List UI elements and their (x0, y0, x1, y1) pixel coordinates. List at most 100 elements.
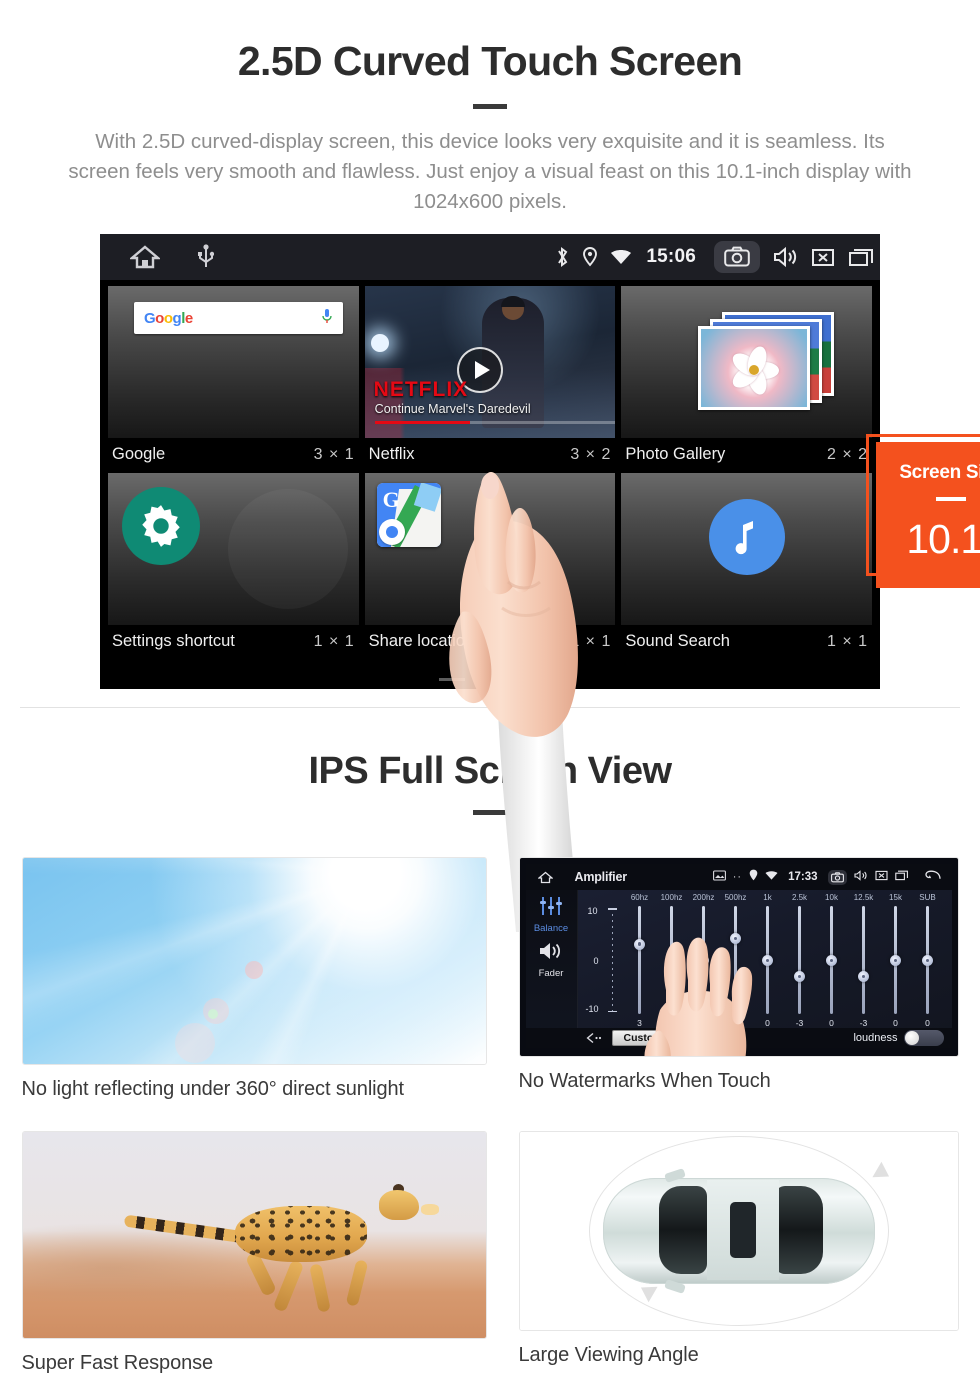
camera-icon[interactable] (714, 241, 760, 274)
eq-value-label: 0 (893, 1018, 898, 1029)
sound-search-widget[interactable] (621, 473, 873, 626)
loudness-toggle[interactable] (903, 1030, 944, 1047)
eq-slider[interactable] (848, 906, 880, 1015)
widget-label-row: Settings shortcut 1 × 1 (108, 625, 359, 660)
eq-slider[interactable] (880, 906, 912, 1015)
eq-slider-track[interactable] (638, 906, 641, 1015)
settings-shortcut-widget[interactable] (108, 473, 359, 626)
camera-icon[interactable] (827, 869, 847, 885)
amp-equalizer-panel: Balance Fader 60hz 100hz 200hz 500hz 1k 2.5k 1… (525, 890, 952, 1057)
amp-sidebar-item-fader[interactable]: Fader (539, 968, 564, 979)
widget-row-2: Settings shortcut 1 × 1 G Share location… (108, 473, 873, 660)
wifi-icon (765, 868, 778, 886)
page-dot[interactable] (439, 678, 465, 682)
usb-icon[interactable] (198, 244, 214, 270)
photo-gallery-widget[interactable] (621, 286, 873, 439)
rear-window (774, 1186, 823, 1275)
eq-slider-track[interactable] (862, 906, 865, 1015)
google-search-box[interactable]: Google (134, 302, 343, 335)
netflix-widget[interactable]: NETFLIX Continue Marvel's Daredevil (364, 286, 616, 439)
eq-tick-marks (607, 908, 617, 1013)
eq-slider-knob[interactable] (826, 954, 837, 966)
eq-value-label: 0 (829, 1018, 834, 1029)
widget-name: Settings shortcut (112, 632, 235, 651)
cheetah-snout (420, 1204, 439, 1216)
blossom-illustration (727, 343, 781, 397)
eq-slider-knob[interactable] (762, 954, 773, 966)
amp-sidebar-item-balance[interactable]: Balance (534, 923, 568, 934)
sliders-icon[interactable] (539, 896, 563, 921)
widget-item-photo-gallery[interactable]: Photo Gallery 2 × 2 (621, 286, 873, 473)
lens-flare (244, 961, 263, 980)
google-search-widget[interactable]: Google (108, 286, 359, 439)
widget-item-netflix[interactable]: NETFLIX Continue Marvel's Daredevil Netf… (364, 286, 616, 473)
page-dot-active[interactable] (515, 678, 541, 682)
page-dot[interactable] (477, 678, 503, 682)
widget-item-google[interactable]: Google Google 3 × 1 (108, 286, 359, 473)
home-icon[interactable] (526, 871, 553, 884)
microphone-icon[interactable] (321, 308, 333, 329)
feature-card-sunlight: No light reflecting under 360° direct su… (21, 857, 487, 1101)
location-icon (582, 246, 598, 268)
sunroof (729, 1202, 756, 1259)
widget-item-sound-search[interactable]: Sound Search 1 × 1 (621, 473, 873, 660)
screen-size-label: Screen Size (899, 462, 980, 484)
eq-slider[interactable] (816, 906, 848, 1015)
eq-slider-knob[interactable] (858, 970, 869, 982)
character-hair (501, 296, 526, 308)
eq-band-label: 100hz (660, 893, 683, 903)
speaker-icon[interactable] (538, 941, 564, 966)
eq-slider-knob[interactable] (794, 970, 805, 982)
close-icon[interactable] (874, 868, 888, 886)
close-icon[interactable] (810, 246, 836, 268)
volume-icon[interactable] (772, 246, 798, 268)
widget-item-settings-shortcut[interactable]: Settings shortcut 1 × 1 (108, 473, 359, 660)
amplifier-screenshot: Amplifier ·· 17:33 Balance Fader 60hz 10… (518, 857, 959, 1058)
widget-picker-grid: Google Google 3 × 1 NETFLIX Continue Mar… (100, 280, 880, 689)
amp-title: Amplifier (574, 870, 628, 885)
section-divider (20, 707, 960, 709)
widget-name: Netflix (368, 445, 415, 464)
loudness-control[interactable]: loudness (853, 1030, 944, 1047)
music-note-icon[interactable] (708, 499, 785, 576)
eq-slider-knob[interactable] (890, 954, 901, 966)
page-indicator[interactable] (439, 678, 541, 682)
widget-size: 1 × 1 (570, 632, 612, 650)
eq-slider[interactable] (912, 906, 944, 1015)
cheetah-head (379, 1189, 419, 1220)
eq-slider[interactable] (784, 906, 816, 1015)
eq-value-label: -3 (859, 1018, 868, 1029)
widget-label-row: Netflix 3 × 2 (365, 438, 616, 473)
volume-icon[interactable] (853, 868, 868, 886)
widget-size: 1 × 1 (313, 632, 355, 650)
back-icon[interactable] (924, 868, 942, 886)
gear-icon[interactable] (122, 487, 200, 566)
recents-icon[interactable] (894, 868, 909, 886)
android-head-unit-screen: 15:06 Google Google 3 × 1 NETFLIX Contin… (100, 234, 880, 690)
running-cheetah-photo (21, 1131, 487, 1340)
feature-card-fast-response: Super Fast Response (21, 1131, 487, 1375)
feature-card-viewing-angle: Large Viewing Angle (518, 1131, 959, 1375)
eq-band-label: 2.5k (791, 893, 808, 903)
eq-band-label: 1k (763, 893, 772, 903)
widget-size: 2 × 2 (826, 445, 869, 463)
eq-band-label: 500hz (724, 893, 747, 903)
recents-icon[interactable] (848, 246, 876, 268)
page-title: 2.5D Curved Touch Screen (237, 38, 743, 84)
eq-slider-knob[interactable] (922, 954, 933, 966)
share-location-widget[interactable]: G (364, 473, 616, 626)
screen-size-value: 10.1″ (906, 516, 980, 563)
google-maps-icon[interactable]: G (376, 483, 441, 548)
widget-name: Photo Gallery (625, 445, 726, 464)
open-hand-illustration (642, 936, 762, 1057)
home-icon[interactable] (130, 244, 160, 270)
cheetah-spots (235, 1206, 368, 1263)
widget-item-share-location[interactable]: G Share location 1 × 1 (364, 473, 616, 660)
device-screenshot: 15:06 Google Google 3 × 1 NETFLIX Contin… (100, 234, 980, 933)
eq-scale: 10 0 -10 (586, 906, 620, 1014)
back-arrow-icon[interactable] (586, 1032, 602, 1044)
location-icon (749, 868, 758, 886)
amp-statusbar: Amplifier ·· 17:33 (525, 864, 952, 891)
widget-label-row: Google 3 × 1 (108, 438, 359, 473)
eq-slider-track[interactable] (798, 906, 801, 1015)
